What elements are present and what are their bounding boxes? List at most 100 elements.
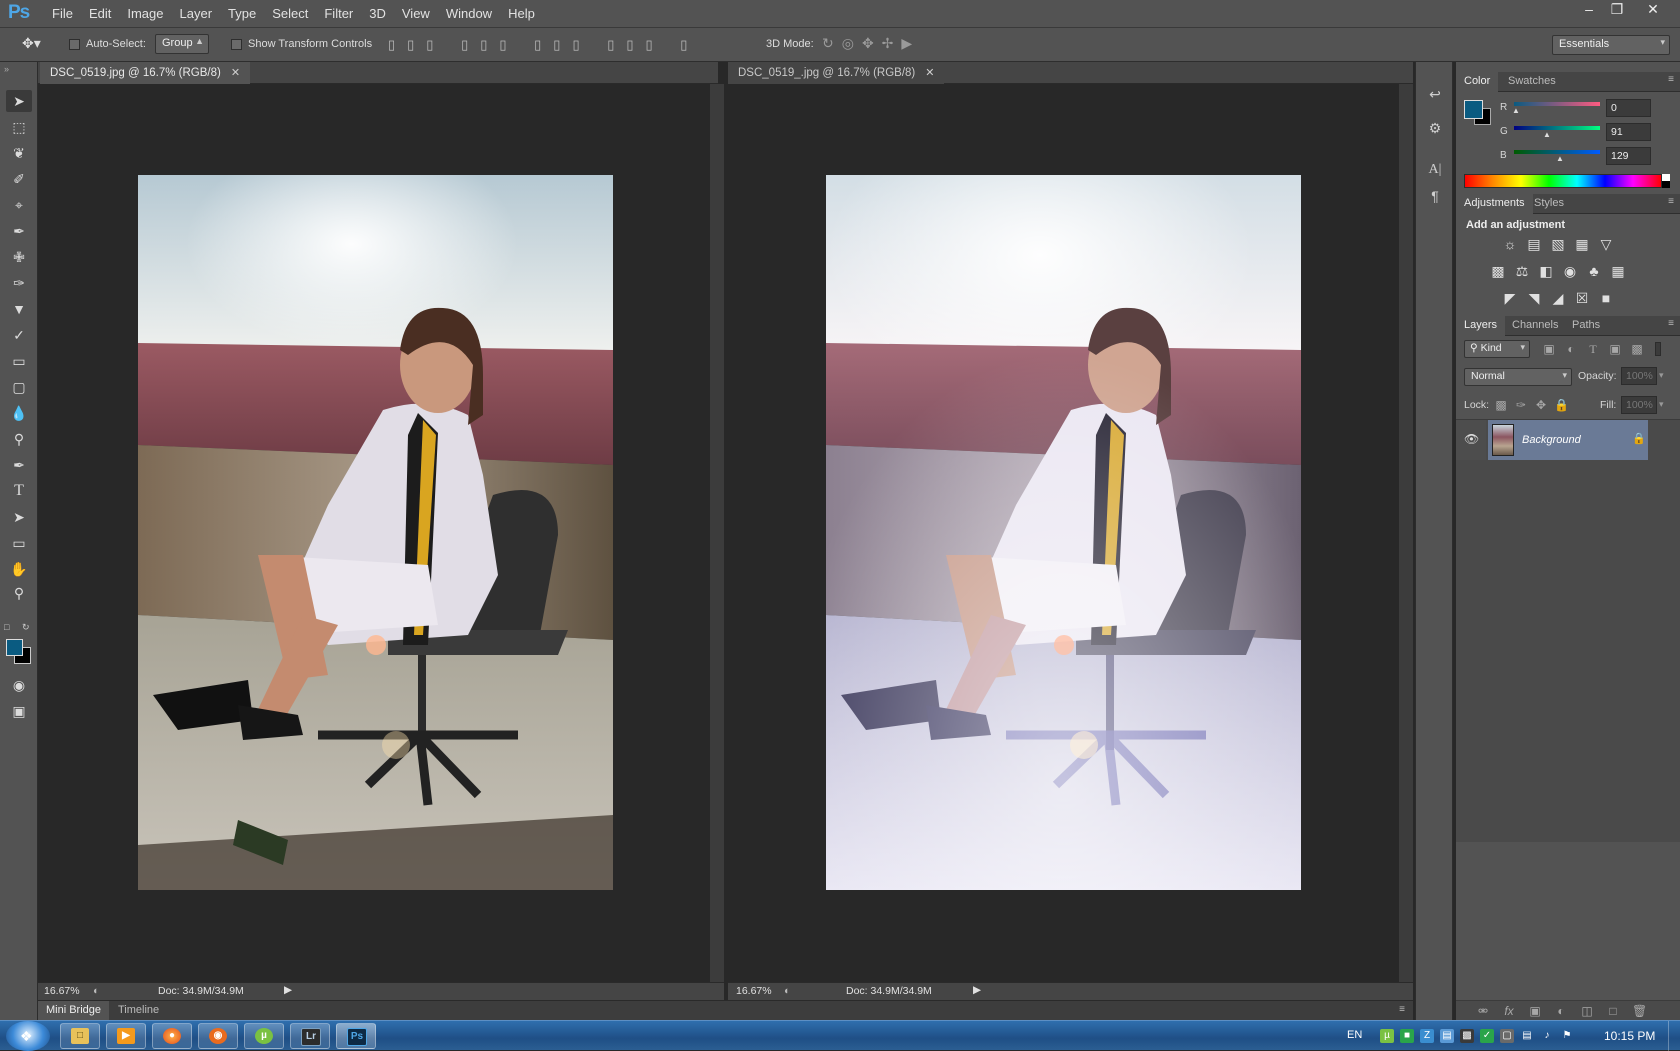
start-button[interactable]: ❖ <box>6 1021 50 1051</box>
threshold-icon[interactable]: ◢ <box>1550 291 1566 305</box>
photo-filter-icon[interactable]: ◉ <box>1562 264 1578 278</box>
tab-timeline[interactable]: Timeline <box>110 1001 167 1021</box>
tab-swatches[interactable]: Swatches <box>1500 72 1564 92</box>
delete-layer-icon[interactable]: 🗑 <box>1632 1004 1647 1018</box>
color-panel-menu-icon[interactable]: ≡ <box>1668 74 1674 85</box>
swap-colors-icon[interactable]: ↻ <box>22 622 30 633</box>
crop-tool-icon[interactable]: ⌖ <box>6 194 32 216</box>
tray-flag-icon[interactable]: ⚑ <box>1560 1029 1574 1043</box>
tab-channels[interactable]: Channels <box>1504 316 1566 336</box>
tab-layers[interactable]: Layers <box>1456 316 1506 336</box>
restore-button[interactable]: ❐ <box>1604 0 1630 20</box>
default-colors-icon[interactable]: □ <box>4 622 9 632</box>
gradient-map-icon[interactable]: ■ <box>1598 291 1614 305</box>
layer-style-icon[interactable]: fx <box>1502 1004 1516 1018</box>
history-panel-icon[interactable]: ↩ <box>1425 84 1445 104</box>
link-layers-icon[interactable]: ⚮ <box>1476 1004 1490 1018</box>
blur-tool-icon[interactable]: 💧 <box>6 402 32 424</box>
posterize-icon[interactable]: ◥ <box>1526 291 1542 305</box>
tab-color[interactable]: Color <box>1456 72 1499 92</box>
tray-network-icon[interactable]: ▤ <box>1520 1029 1534 1043</box>
clone-stamp-tool-icon[interactable]: ▼ <box>6 298 32 320</box>
black-white-icon[interactable]: ◧ <box>1538 264 1554 278</box>
tray-usb-icon[interactable]: ▢ <box>1500 1029 1514 1043</box>
filter-pixel-icon[interactable]: ▣ <box>1542 342 1556 356</box>
minimize-button[interactable]: – <box>1576 0 1602 20</box>
taskbar-lightroom[interactable]: Lr <box>290 1023 330 1049</box>
new-layer-icon[interactable]: □ <box>1606 1004 1620 1018</box>
channel-g-thumb[interactable]: ▲ <box>1543 130 1551 139</box>
paragraph-panel-icon[interactable]: ¶ <box>1425 186 1445 206</box>
white-swatch[interactable] <box>1662 174 1670 181</box>
menu-edit[interactable]: Edit <box>81 0 119 28</box>
taskbar-orange-app[interactable]: ◉ <box>198 1023 238 1049</box>
taskbar-explorer[interactable]: □ <box>60 1023 100 1049</box>
path-selection-tool-icon[interactable]: ➤ <box>6 506 32 528</box>
tray-shield-icon[interactable]: ■ <box>1400 1029 1414 1043</box>
properties-panel-icon[interactable]: ⚙ <box>1425 118 1445 138</box>
tray-check-icon[interactable]: ✓ <box>1480 1029 1494 1043</box>
lock-position-icon[interactable]: ✥ <box>1534 398 1548 412</box>
menu-filter[interactable]: Filter <box>316 0 361 28</box>
dodge-tool-icon[interactable]: ⚲ <box>6 428 32 450</box>
move-tool-preset-icon[interactable]: ✥▾ <box>22 35 41 52</box>
exposure-icon[interactable]: ▦ <box>1574 237 1590 251</box>
color-balance-icon[interactable]: ⚖ <box>1514 264 1530 278</box>
channel-r-value[interactable]: 0 <box>1606 99 1651 117</box>
tray-network-share-icon[interactable]: ▤ <box>1440 1029 1454 1043</box>
3d-mode-icons[interactable]: ↻◎✥✢▶ <box>822 35 920 52</box>
auto-select-target-dropdown[interactable]: Group ▲ <box>155 34 209 54</box>
menu-layer[interactable]: Layer <box>172 0 221 28</box>
show-desktop-button[interactable] <box>1668 1021 1680 1051</box>
tray-utorrent-icon[interactable]: µ <box>1380 1029 1394 1043</box>
doc2-status-menu-icon[interactable]: ▶ <box>973 984 981 996</box>
add-mask-icon[interactable]: ▣ <box>1528 1004 1542 1018</box>
blend-mode-dropdown[interactable]: Normal ▾ <box>1464 368 1572 386</box>
tray-volume-icon[interactable]: ♪ <box>1540 1029 1554 1043</box>
channel-mixer-icon[interactable]: ♣ <box>1586 264 1602 278</box>
type-tool-icon[interactable]: T <box>6 480 32 502</box>
taskbar-utorrent[interactable]: µ <box>244 1023 284 1049</box>
rectangle-tool-icon[interactable]: ▭ <box>6 532 32 554</box>
tray-app-icon[interactable]: Z <box>1420 1029 1434 1043</box>
menu-file[interactable]: File <box>44 0 81 28</box>
eraser-tool-icon[interactable]: ▭ <box>6 350 32 372</box>
character-panel-icon[interactable]: A| <box>1425 160 1445 180</box>
eyedropper-tool-icon[interactable]: ✒ <box>6 220 32 242</box>
history-brush-tool-icon[interactable]: ✓ <box>6 324 32 346</box>
auto-select-checkbox[interactable] <box>69 39 80 50</box>
close-tab-icon[interactable]: ✕ <box>925 67 934 79</box>
foreground-color-swatch[interactable] <box>6 639 23 656</box>
menu-view[interactable]: View <box>394 0 438 28</box>
layers-panel-menu-icon[interactable]: ≡ <box>1668 318 1674 329</box>
close-tab-icon[interactable]: ✕ <box>231 67 240 79</box>
vibrance-icon[interactable]: ▽ <box>1598 237 1614 251</box>
color-fg-swatch[interactable] <box>1464 100 1483 119</box>
brush-tool-icon[interactable]: ✑ <box>6 272 32 294</box>
opacity-arrow-icon[interactable]: ▾ <box>1659 370 1664 381</box>
doc2-zoom-level[interactable]: 16.67% <box>736 985 772 997</box>
hand-tool-icon[interactable]: ✋ <box>6 558 32 580</box>
filter-shape-icon[interactable]: ▣ <box>1608 342 1622 356</box>
invert-icon[interactable]: ◤ <box>1502 291 1518 305</box>
tab-adjustments[interactable]: Adjustments <box>1456 194 1533 214</box>
black-swatch[interactable] <box>1662 181 1670 188</box>
curves-icon[interactable]: ▧ <box>1550 237 1566 251</box>
doc2-scrollbar[interactable] <box>1399 84 1413 982</box>
marquee-tool-icon[interactable]: ⬚ <box>6 116 32 138</box>
tab-mini-bridge[interactable]: Mini Bridge <box>38 1001 110 1021</box>
channel-g-slider[interactable] <box>1514 126 1600 130</box>
lock-image-icon[interactable]: ✑ <box>1514 398 1528 412</box>
menu-image[interactable]: Image <box>119 0 171 28</box>
doc2-tab[interactable]: DSC_0519_.jpg @ 16.7% (RGB/8) ✕ <box>728 62 945 84</box>
panel-menu-icon[interactable]: ≡ <box>1399 1004 1405 1015</box>
screen-mode-icon[interactable]: ▣ <box>6 700 32 722</box>
menu-3d[interactable]: 3D <box>361 0 394 28</box>
filter-adjustment-icon[interactable]: ◐ <box>1564 342 1578 356</box>
fill-field[interactable]: 100% <box>1621 396 1657 414</box>
menu-select[interactable]: Select <box>264 0 316 28</box>
opacity-field[interactable]: 100% <box>1621 367 1657 385</box>
selective-color-icon[interactable]: ☒ <box>1574 291 1590 305</box>
quick-selection-tool-icon[interactable]: ✐ <box>6 168 32 190</box>
channel-b-thumb[interactable]: ▲ <box>1556 154 1564 163</box>
